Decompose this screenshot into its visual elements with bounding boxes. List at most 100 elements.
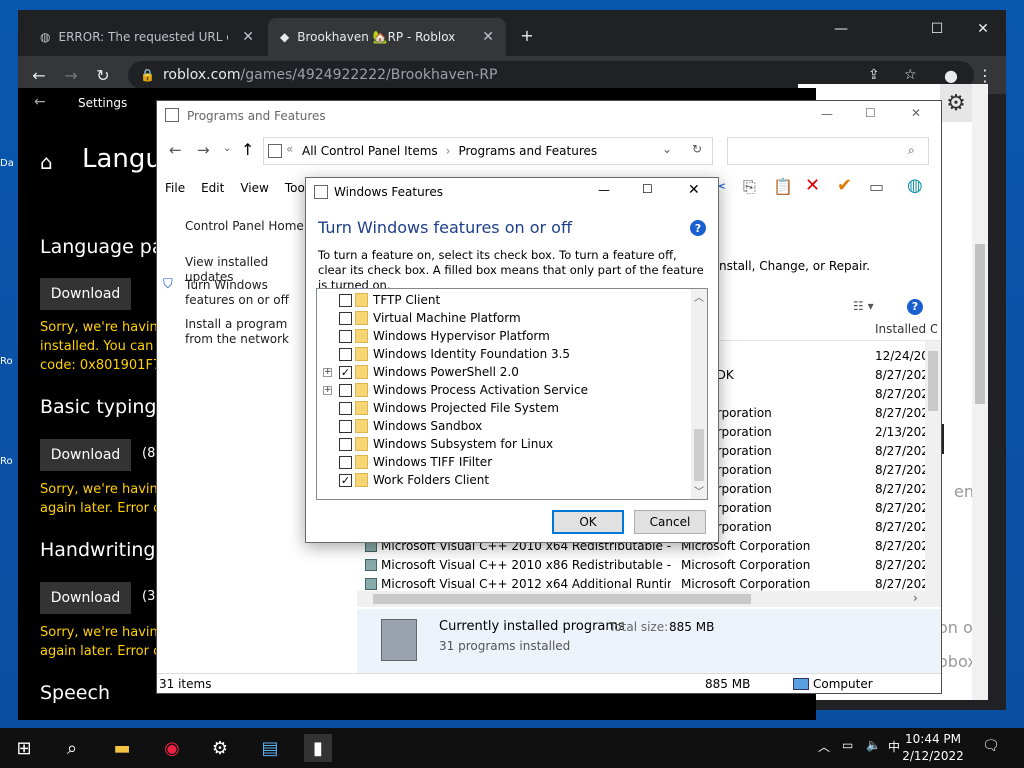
menu-file[interactable]: File bbox=[165, 181, 185, 195]
feature-item[interactable]: Windows TIFF IFilter bbox=[317, 453, 691, 471]
file-explorer-icon[interactable]: ▬ bbox=[108, 734, 136, 762]
breadcrumb-item[interactable]: All Control Panel Items bbox=[302, 144, 438, 158]
feature-checkbox[interactable] bbox=[339, 401, 352, 415]
forward-button[interactable]: → bbox=[58, 62, 84, 88]
notifications-icon[interactable]: 🗨 bbox=[982, 738, 1000, 754]
download-button[interactable]: Download bbox=[40, 439, 131, 471]
feature-item[interactable]: ✓ Work Folders Client bbox=[317, 471, 691, 489]
download-button[interactable]: Download bbox=[40, 278, 131, 310]
feature-checkbox[interactable] bbox=[339, 311, 352, 325]
clock[interactable]: 10:44 PM 2/12/2022 bbox=[900, 731, 966, 765]
search-icon[interactable]: ⌕ bbox=[58, 734, 86, 762]
paste-icon[interactable]: 📋 bbox=[773, 177, 793, 196]
help-icon[interactable]: ? bbox=[690, 220, 706, 236]
minimize-button[interactable]: — bbox=[818, 14, 864, 44]
cancel-button[interactable]: Cancel bbox=[634, 510, 706, 534]
maximize-button[interactable]: ☐ bbox=[914, 14, 960, 44]
column-installed-on[interactable]: Installed On bbox=[875, 322, 937, 336]
horizontal-scrollbar[interactable]: › bbox=[357, 591, 941, 607]
feature-checkbox[interactable] bbox=[339, 419, 352, 433]
feature-item[interactable]: Windows Hypervisor Platform bbox=[317, 327, 691, 345]
desktop-icon-label[interactable]: Ro bbox=[0, 356, 13, 367]
desktop-icon-label[interactable]: Da bbox=[0, 158, 14, 169]
chrome-icon[interactable]: ◉ bbox=[158, 734, 186, 762]
page-scrollbar[interactable] bbox=[972, 84, 988, 700]
network-icon[interactable]: ▭ bbox=[842, 738, 853, 752]
tab-error[interactable]: ◍ ERROR: The requested URL could ✕ bbox=[28, 18, 266, 56]
copy-icon[interactable]: ⎘ bbox=[743, 177, 756, 197]
control-panel-home-link[interactable]: Control Panel Home bbox=[185, 219, 310, 234]
feature-item[interactable]: Windows Identity Foundation 3.5 bbox=[317, 345, 691, 363]
start-button[interactable]: ⊞ bbox=[10, 734, 38, 762]
feature-item[interactable]: + ✓ Windows PowerShell 2.0 bbox=[317, 363, 691, 381]
feature-item[interactable]: Windows Subsystem for Linux bbox=[317, 435, 691, 453]
maximize-button[interactable]: ☐ bbox=[642, 182, 653, 196]
feature-item[interactable]: Windows Projected File System bbox=[317, 399, 691, 417]
close-button[interactable]: ✕ bbox=[960, 14, 1006, 44]
settings-gear-icon[interactable]: ⚙ bbox=[206, 734, 234, 762]
programs-features-icon[interactable]: ▮ bbox=[304, 734, 332, 762]
close-button[interactable]: ✕ bbox=[911, 106, 921, 120]
feature-item[interactable]: Windows Sandbox bbox=[317, 417, 691, 435]
new-tab-button[interactable]: + bbox=[514, 22, 540, 48]
delete-icon[interactable]: ✕ bbox=[805, 175, 820, 196]
install-from-network-link[interactable]: Install a program from the network bbox=[185, 317, 310, 347]
expand-icon[interactable]: + bbox=[323, 385, 332, 395]
volume-icon[interactable]: 🔈 bbox=[866, 738, 881, 752]
program-row[interactable]: Microsoft Visual C++ 2010 x86 Redistribu… bbox=[357, 556, 927, 575]
chevron-right-icon[interactable]: › bbox=[913, 591, 918, 605]
help-icon[interactable]: ? bbox=[907, 299, 923, 315]
feature-checkbox[interactable] bbox=[339, 329, 352, 343]
up-button[interactable]: ↑ bbox=[241, 140, 254, 159]
chevron-down-icon[interactable]: ⌄ bbox=[662, 142, 672, 156]
checkmark-icon[interactable]: ✔ bbox=[837, 175, 852, 196]
breadcrumb[interactable]: « All Control Panel Items › Programs and… bbox=[263, 137, 713, 165]
ok-button[interactable]: OK bbox=[552, 510, 624, 534]
feature-checkbox[interactable] bbox=[339, 437, 352, 451]
breadcrumb-item[interactable]: Programs and Features bbox=[458, 144, 597, 158]
maximize-button[interactable]: ☐ bbox=[865, 106, 876, 120]
feature-checkbox[interactable] bbox=[339, 347, 352, 361]
feature-checkbox[interactable]: ✓ bbox=[339, 473, 352, 487]
feature-checkbox[interactable]: ✓ bbox=[339, 365, 352, 379]
back-button[interactable]: ← bbox=[26, 62, 52, 88]
close-tab-icon[interactable]: ✕ bbox=[242, 29, 254, 45]
tab-roblox[interactable]: ◆ Brookhaven 🏡RP - Roblox ✕ bbox=[268, 18, 506, 56]
home-icon[interactable]: ⌂ bbox=[40, 150, 53, 174]
feature-list-scrollbar[interactable]: ︿ ﹀ bbox=[691, 289, 707, 499]
globe-icon[interactable]: ◍ bbox=[907, 175, 923, 196]
windows-features-link[interactable]: Turn Windows features on or off bbox=[185, 278, 310, 308]
list-scrollbar[interactable] bbox=[925, 341, 941, 591]
star-icon[interactable]: ☆ bbox=[904, 67, 917, 83]
window-titlebar[interactable]: Programs and Features — ☐ ✕ bbox=[157, 101, 941, 131]
expand-icon[interactable]: + bbox=[323, 367, 332, 377]
feature-item[interactable]: TFTP Client bbox=[317, 291, 691, 309]
ime-indicator[interactable]: 中 bbox=[888, 738, 900, 755]
close-tab-icon[interactable]: ✕ bbox=[482, 29, 494, 45]
desktop-icon-label[interactable]: Ro bbox=[0, 456, 13, 467]
feature-checkbox[interactable] bbox=[339, 383, 352, 397]
reload-button[interactable]: ↻ bbox=[90, 62, 116, 88]
minimize-button[interactable]: — bbox=[598, 183, 610, 197]
feature-item[interactable]: + Windows Process Activation Service bbox=[317, 381, 691, 399]
back-arrow-icon[interactable]: ← bbox=[34, 94, 46, 110]
menu-view[interactable]: View bbox=[240, 181, 268, 195]
feature-item[interactable]: Virtual Machine Platform bbox=[317, 309, 691, 327]
control-panel-icon[interactable]: ▤ bbox=[256, 734, 284, 762]
share-icon[interactable]: ⇪ bbox=[868, 67, 880, 83]
back-button[interactable]: ← bbox=[169, 141, 182, 159]
chevron-down-icon[interactable]: ﹀ bbox=[694, 483, 704, 498]
dialog-titlebar[interactable]: Windows Features — ☐ ✕ bbox=[306, 178, 718, 206]
menu-edit[interactable]: Edit bbox=[201, 181, 224, 195]
view-options-icon[interactable]: ☷ ▾ bbox=[853, 299, 874, 313]
feature-checkbox[interactable] bbox=[339, 455, 352, 469]
chevron-up-icon[interactable]: ︿ bbox=[694, 289, 704, 304]
forward-button[interactable]: → bbox=[197, 141, 210, 159]
download-button[interactable]: Download bbox=[40, 582, 131, 614]
gear-icon[interactable]: ⚙ bbox=[940, 84, 972, 122]
properties-icon[interactable]: ▭ bbox=[869, 177, 884, 196]
minimize-button[interactable]: — bbox=[821, 107, 833, 121]
search-input[interactable]: ⌕ bbox=[727, 137, 929, 165]
chevron-up-icon[interactable]: ︿ bbox=[818, 738, 830, 755]
close-button[interactable]: ✕ bbox=[688, 182, 700, 198]
